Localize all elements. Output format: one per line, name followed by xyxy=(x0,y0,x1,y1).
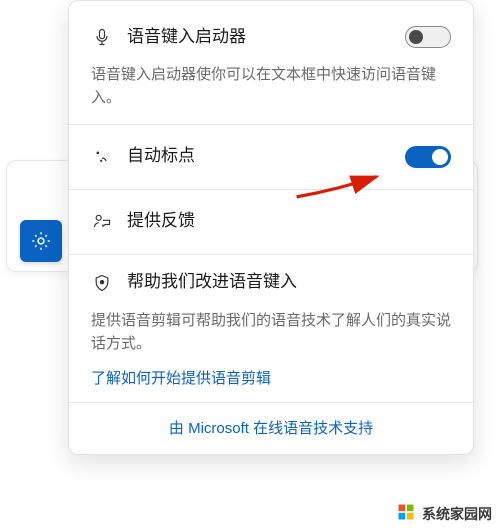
footer-attribution: 由 Microsoft 在线语音技术支持 xyxy=(69,403,473,448)
setting-give-feedback[interactable]: 提供反馈 xyxy=(69,190,473,254)
voice-typing-settings-panel: 语音键入启动器 语音键入启动器使你可以在文本框中快速访问语音键入。 自动标点 xyxy=(68,0,474,455)
watermark-logo-icon xyxy=(396,502,416,525)
setting-voice-launcher: 语音键入启动器 语音键入启动器使你可以在文本框中快速访问语音键入。 xyxy=(69,9,473,124)
setting-title: 帮助我们改进语音键入 xyxy=(127,271,297,293)
setting-description: 提供语音剪辑可帮助我们的语音技术了解人们的真实说话方式。 xyxy=(91,309,451,356)
learn-more-link[interactable]: 了解如何开始提供语音剪辑 xyxy=(91,367,451,388)
punctuation-icon xyxy=(91,146,113,168)
setting-title: 自动标点 xyxy=(127,145,195,167)
shield-icon xyxy=(91,272,113,294)
watermark-text: 系统家园网 xyxy=(422,504,492,524)
gear-icon xyxy=(30,230,52,252)
feedback-icon xyxy=(91,211,113,233)
setting-auto-punctuation: 自动标点 xyxy=(69,125,473,189)
setting-help-improve: 帮助我们改进语音键入 提供语音剪辑可帮助我们的语音技术了解人们的真实说话方式。 … xyxy=(69,255,473,403)
settings-button[interactable] xyxy=(20,220,62,262)
microphone-icon xyxy=(91,26,113,48)
watermark: 系统家园网 xyxy=(396,502,492,525)
setting-title: 提供反馈 xyxy=(127,210,195,232)
setting-title: 语音键入启动器 xyxy=(127,26,246,48)
setting-description: 语音键入启动器使你可以在文本框中快速访问语音键入。 xyxy=(91,63,451,110)
auto-punctuation-toggle[interactable] xyxy=(405,146,451,168)
voice-launcher-toggle[interactable] xyxy=(405,26,451,48)
